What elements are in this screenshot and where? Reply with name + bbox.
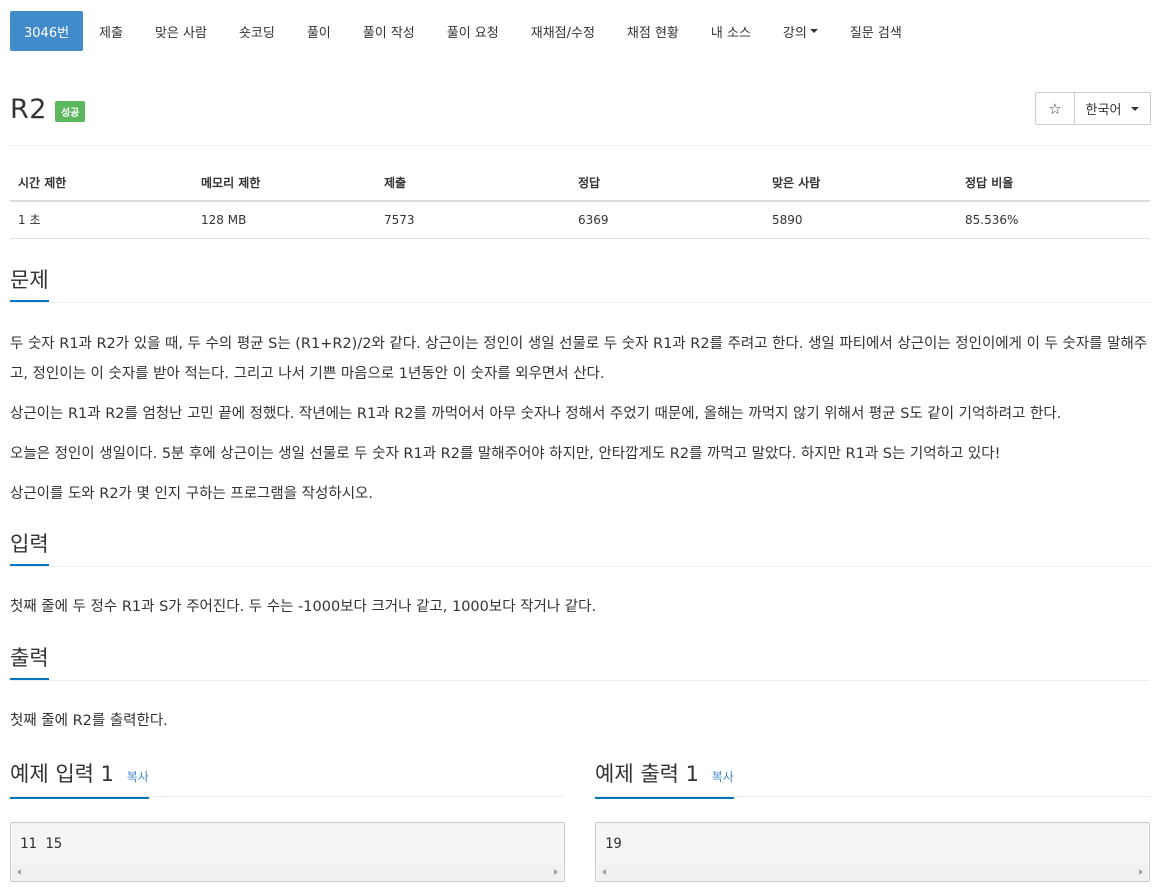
- accepted-users-value: 5890: [764, 201, 957, 239]
- accept-ratio-value: 85.536%: [957, 201, 1150, 239]
- sample-input-header: 예제 입력 1 복사: [10, 760, 565, 799]
- tab-accepted-users[interactable]: 맞은 사람: [139, 11, 223, 51]
- sample-output-data: 19: [605, 836, 622, 852]
- problem-title: R2: [10, 94, 47, 125]
- language-dropdown[interactable]: 한국어: [1075, 93, 1150, 124]
- header-submissions: 제출: [376, 165, 570, 202]
- header-accepted: 정답: [570, 165, 764, 202]
- section-description-title: 문제: [10, 266, 49, 302]
- sample-input-title: 예제 입력 1 복사: [10, 760, 149, 799]
- output-description: 첫째 줄에 R2를 출력한다.: [10, 713, 168, 729]
- header-accepted-users: 맞은 사람: [764, 165, 957, 202]
- divider: [10, 145, 1150, 146]
- sample-input-data: 11 15: [20, 836, 63, 852]
- tab-short-coding[interactable]: 숏코딩: [223, 11, 291, 51]
- tab-my-source[interactable]: 내 소스: [695, 11, 767, 51]
- tab-question-search[interactable]: 질문 검색: [834, 11, 918, 51]
- description-paragraph: 상근이를 도와 R2가 몇 인지 구하는 프로그램을 작성하시오.: [10, 486, 373, 502]
- problem-nav-tabs: 3046번 제출 맞은 사람 숏코딩 풀이 풀이 작성 풀이 요청 재채점/수정…: [10, 11, 918, 51]
- status-badge: 성공: [54, 101, 86, 122]
- header-memory-limit: 메모리 제한: [193, 165, 376, 202]
- scroll-right-icon[interactable]: [554, 869, 558, 875]
- sample-output-title: 예제 출력 1 복사: [595, 760, 734, 799]
- section-output-title: 출력: [10, 644, 49, 680]
- copy-sample-output-link[interactable]: 복사: [712, 770, 734, 784]
- tab-write-solution[interactable]: 풀이 작성: [347, 11, 431, 51]
- section-description-header: 문제: [10, 266, 1150, 303]
- horizontal-scrollbar[interactable]: [12, 864, 563, 880]
- sample-output-title-text: 예제 출력 1: [595, 762, 699, 786]
- time-limit-value: 1 초: [10, 201, 193, 239]
- sample-output-header: 예제 출력 1 복사: [595, 760, 1150, 799]
- tab-status[interactable]: 채점 현황: [611, 11, 695, 51]
- scroll-left-icon[interactable]: [17, 869, 21, 875]
- caret-down-icon: [809, 29, 818, 33]
- description-paragraph: 두 숫자 R1과 R2가 있을 때, 두 수의 평균 S는 (R1+R2)/2와…: [10, 336, 1148, 382]
- sample-input-box[interactable]: 11 15: [10, 822, 565, 882]
- submissions-value: 7573: [376, 201, 570, 239]
- memory-limit-value: 128 MB: [193, 201, 376, 239]
- sample-input-title-text: 예제 입력 1: [10, 762, 114, 786]
- section-output-header: 출력: [10, 644, 1150, 681]
- star-button[interactable]: ☆: [1036, 93, 1075, 124]
- section-input-title: 입력: [10, 530, 49, 566]
- problem-title-row: R2 성공: [10, 94, 86, 125]
- input-description: 첫째 줄에 두 정수 R1과 S가 주어진다. 두 수는 -1000보다 크거나…: [10, 599, 597, 615]
- tab-solutions[interactable]: 풀이: [291, 11, 347, 51]
- tab-request-solution[interactable]: 풀이 요청: [431, 11, 515, 51]
- header-time-limit: 시간 제한: [10, 165, 193, 202]
- tab-rejudge[interactable]: 재채점/수정: [515, 11, 611, 51]
- horizontal-scrollbar[interactable]: [597, 864, 1148, 880]
- caret-down-icon: [1131, 106, 1140, 111]
- description-paragraph: 상근이는 R1과 R2를 엄청난 고민 끝에 정했다. 작년에는 R1과 R2를…: [10, 406, 1062, 422]
- accepted-value: 6369: [570, 201, 764, 239]
- star-icon: ☆: [1048, 99, 1062, 118]
- scroll-left-icon[interactable]: [602, 869, 606, 875]
- scroll-right-icon[interactable]: [1139, 869, 1143, 875]
- language-label: 한국어: [1085, 103, 1122, 118]
- table-header-row: 시간 제한 메모리 제한 제출 정답 맞은 사람 정답 비율: [10, 165, 1150, 202]
- problem-actions: ☆ 한국어: [1035, 92, 1151, 125]
- copy-sample-input-link[interactable]: 복사: [127, 770, 149, 784]
- description-paragraph: 오늘은 정인이 생일이다. 5분 후에 상근이는 생일 선물로 두 숫자 R1과…: [10, 446, 1001, 462]
- section-input-header: 입력: [10, 530, 1150, 567]
- problem-info-table: 시간 제한 메모리 제한 제출 정답 맞은 사람 정답 비율 1 초 128 M…: [10, 165, 1150, 239]
- header-accept-ratio: 정답 비율: [957, 165, 1150, 202]
- tab-submit[interactable]: 제출: [83, 11, 139, 51]
- tab-lectures-label: 강의: [782, 25, 807, 41]
- sample-output-box[interactable]: 19: [595, 822, 1150, 882]
- tab-problem[interactable]: 3046번: [10, 11, 84, 51]
- table-row: 1 초 128 MB 7573 6369 5890 85.536%: [10, 201, 1150, 239]
- tab-lectures[interactable]: 강의: [767, 11, 834, 51]
